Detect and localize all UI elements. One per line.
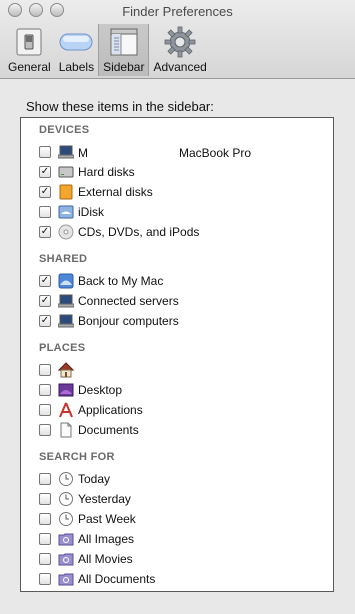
back-to-my-mac-icon bbox=[58, 273, 74, 289]
sidebar-option-label: Hard disks bbox=[78, 165, 135, 179]
sidebar-option-label: Past Week bbox=[78, 512, 136, 526]
clock-icon bbox=[58, 511, 74, 527]
sidebar-option-all-documents[interactable]: All Documents bbox=[39, 570, 155, 588]
sidebar-window-icon bbox=[107, 26, 141, 58]
desktop-icon bbox=[58, 382, 74, 398]
checkbox[interactable] bbox=[39, 206, 51, 218]
sidebar-option-home[interactable] bbox=[39, 361, 140, 379]
checkbox[interactable]: ✓ bbox=[39, 226, 51, 238]
checkbox[interactable] bbox=[39, 404, 51, 416]
sidebar-option-label bbox=[78, 362, 140, 378]
sidebar-option-macbook-pro[interactable]: M MacBook Pro bbox=[39, 143, 251, 161]
section-places-header: PLACES bbox=[39, 342, 86, 354]
sidebar-items-list: DEVICES M MacBook Pro ✓ Hard disks ✓ Exte… bbox=[20, 117, 334, 592]
checkbox[interactable] bbox=[39, 533, 51, 545]
smart-folder-icon bbox=[58, 551, 74, 567]
sidebar-option-label: Connected servers bbox=[78, 294, 179, 308]
checkbox[interactable]: ✓ bbox=[39, 315, 51, 327]
sidebar-option-label: Documents bbox=[78, 423, 139, 437]
sidebar-option-label: External disks bbox=[78, 185, 153, 199]
section-search-for-header: SEARCH FOR bbox=[39, 451, 115, 463]
window-title: Finder Preferences bbox=[122, 4, 233, 19]
checkbox[interactable] bbox=[39, 424, 51, 436]
section-shared-header: SHARED bbox=[39, 253, 88, 265]
computer-name-prefix: M bbox=[78, 146, 88, 160]
bonjour-computer-icon bbox=[58, 313, 74, 329]
preferences-toolbar: General Labels Sidebar Advanced bbox=[4, 24, 211, 76]
tab-labels[interactable]: Labels bbox=[55, 24, 98, 76]
tab-labels-label: Labels bbox=[58, 60, 95, 74]
sidebar-option-label: Today bbox=[78, 472, 111, 486]
sidebar-option-bonjour-computers[interactable]: ✓ Bonjour computers bbox=[39, 312, 179, 330]
sidebar-option-desktop[interactable]: Desktop bbox=[39, 381, 122, 399]
sidebar-option-cds-dvds-ipods[interactable]: ✓ CDs, DVDs, and iPods bbox=[39, 223, 199, 241]
sidebar-option-label: Bonjour computers bbox=[78, 314, 179, 328]
sidebar-option-documents[interactable]: Documents bbox=[39, 421, 139, 439]
sidebar-option-label: iDisk bbox=[78, 205, 104, 219]
checkbox[interactable] bbox=[39, 573, 51, 585]
checkbox[interactable] bbox=[39, 513, 51, 525]
sidebar-option-label: All Documents bbox=[78, 572, 156, 586]
tab-general-label: General bbox=[8, 60, 51, 74]
external-disk-icon bbox=[58, 184, 74, 200]
smart-folder-icon bbox=[58, 531, 74, 547]
checkbox[interactable] bbox=[39, 473, 51, 485]
checkbox[interactable]: ✓ bbox=[39, 166, 51, 178]
redacted-name bbox=[78, 362, 140, 375]
sidebar-option-label: M MacBook Pro bbox=[78, 144, 251, 160]
checkbox[interactable]: ✓ bbox=[39, 295, 51, 307]
tab-sidebar-label: Sidebar bbox=[103, 60, 145, 74]
sidebar-option-connected-servers[interactable]: ✓ Connected servers bbox=[39, 292, 179, 310]
applications-icon bbox=[58, 402, 74, 418]
checkbox[interactable] bbox=[39, 146, 51, 158]
sidebar-option-label: All Images bbox=[78, 532, 135, 546]
tab-advanced[interactable]: Advanced bbox=[149, 24, 210, 76]
sidebar-option-label: Back to My Mac bbox=[78, 274, 164, 288]
tab-sidebar[interactable]: Sidebar bbox=[98, 24, 150, 76]
laptop-icon bbox=[58, 144, 74, 160]
checkbox[interactable]: ✓ bbox=[39, 275, 51, 287]
sidebar-option-applications[interactable]: Applications bbox=[39, 401, 143, 419]
title-bar: Finder Preferences General Labels Sideba… bbox=[0, 0, 355, 79]
tab-advanced-label: Advanced bbox=[153, 60, 207, 74]
checkbox[interactable]: ✓ bbox=[39, 186, 51, 198]
label-pill-icon bbox=[59, 26, 93, 58]
checkbox[interactable] bbox=[39, 364, 51, 376]
computer-model: MacBook Pro bbox=[179, 146, 252, 160]
clock-icon bbox=[58, 491, 74, 507]
sidebar-option-yesterday[interactable]: Yesterday bbox=[39, 490, 131, 508]
gear-icon bbox=[163, 26, 197, 58]
sidebar-option-all-movies[interactable]: All Movies bbox=[39, 550, 133, 568]
sidebar-option-all-images[interactable]: All Images bbox=[39, 530, 134, 548]
sidebar-option-past-week[interactable]: Past Week bbox=[39, 510, 136, 528]
section-devices-header: DEVICES bbox=[39, 124, 90, 136]
cd-icon bbox=[58, 224, 74, 240]
server-icon bbox=[58, 293, 74, 309]
sidebar-prompt: Show these items in the sidebar: bbox=[26, 99, 214, 114]
smart-folder-icon bbox=[58, 571, 74, 587]
document-icon bbox=[58, 422, 74, 438]
tab-general[interactable]: General bbox=[4, 24, 55, 76]
checkbox[interactable] bbox=[39, 384, 51, 396]
home-icon bbox=[58, 362, 74, 378]
sidebar-option-label: Yesterday bbox=[78, 492, 131, 506]
clock-icon bbox=[58, 471, 74, 487]
idisk-icon bbox=[58, 204, 74, 220]
finder-preferences-window: Finder Preferences General Labels Sideba… bbox=[0, 0, 355, 614]
hard-disk-icon bbox=[58, 164, 74, 180]
sidebar-option-external-disks[interactable]: ✓ External disks bbox=[39, 183, 153, 201]
redacted-name bbox=[88, 144, 179, 157]
checkbox[interactable] bbox=[39, 553, 51, 565]
sidebar-option-label: CDs, DVDs, and iPods bbox=[78, 225, 200, 239]
switch-icon bbox=[12, 26, 46, 58]
sidebar-option-hard-disks[interactable]: ✓ Hard disks bbox=[39, 163, 135, 181]
sidebar-option-back-to-my-mac[interactable]: ✓ Back to My Mac bbox=[39, 272, 163, 290]
sidebar-option-today[interactable]: Today bbox=[39, 470, 110, 488]
sidebar-option-idisk[interactable]: iDisk bbox=[39, 203, 104, 221]
sidebar-option-label: Desktop bbox=[78, 383, 123, 397]
checkbox[interactable] bbox=[39, 493, 51, 505]
sidebar-option-label: Applications bbox=[78, 403, 143, 417]
sidebar-option-label: All Movies bbox=[78, 552, 133, 566]
